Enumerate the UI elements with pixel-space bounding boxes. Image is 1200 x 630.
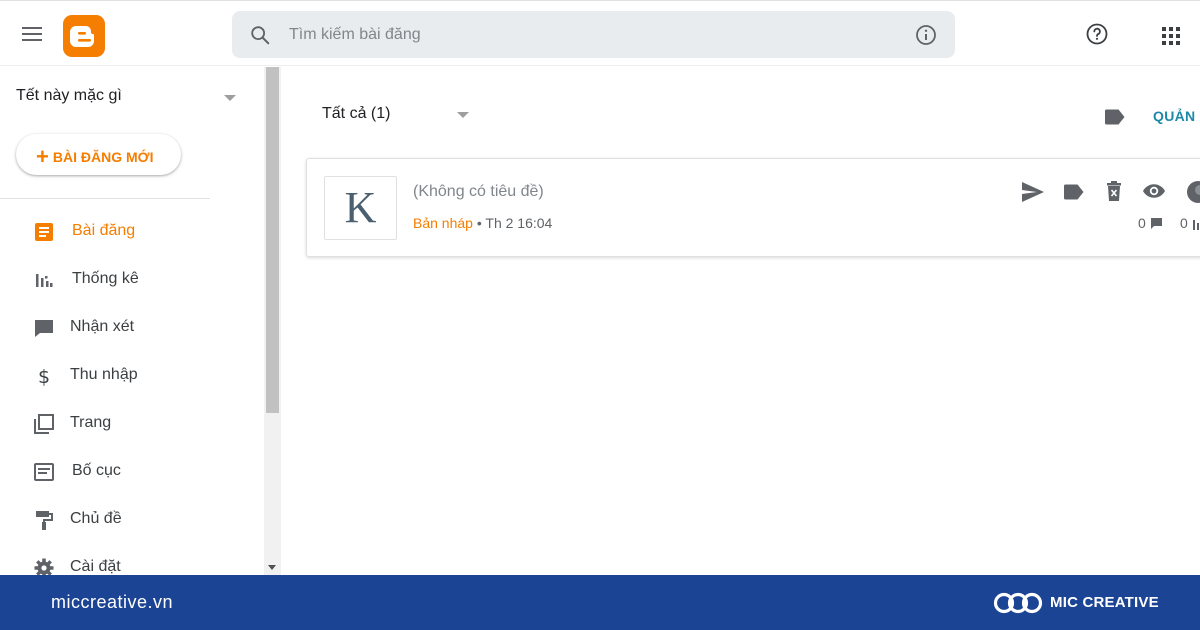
scrollbar-thumb[interactable] <box>266 67 279 413</box>
theme-paint-roller-icon <box>36 511 53 530</box>
mic-creative-logo-icon <box>993 592 1043 614</box>
comment-count: 0 <box>1138 215 1146 231</box>
filter-label: Tất cả (1) <box>322 105 391 122</box>
sidebar-item-label: Thu nhập <box>70 366 138 383</box>
plus-icon: + <box>36 143 49 169</box>
sidebar-item-label: Nhận xét <box>70 318 135 335</box>
preview-eye-icon[interactable] <box>1142 183 1166 199</box>
sidebar-item-label: Bài đăng <box>72 222 136 239</box>
search-bar <box>232 11 955 58</box>
apps-grid-icon[interactable] <box>1161 26 1181 46</box>
delete-icon[interactable] <box>1106 181 1122 201</box>
divider <box>0 198 210 199</box>
post-date: Th 2 16:04 <box>485 215 553 231</box>
posts-icon <box>35 223 53 241</box>
top-bar <box>0 0 1200 66</box>
pages-icon <box>34 414 54 434</box>
footer-banner: miccreative.vn MIC CREATIVE <box>0 575 1200 630</box>
sidebar: Tết này mặc gì + BÀI ĐĂNG MỚI Bài đăng Th… <box>0 67 264 578</box>
manage-labels-link[interactable]: QUẢN L <box>1153 108 1200 124</box>
sidebar-item-comments[interactable]: Nhận xét <box>0 307 264 347</box>
stats-icon <box>36 274 53 287</box>
hamburger-menu-icon[interactable] <box>22 23 50 47</box>
svg-text:$: $ <box>38 366 50 387</box>
publish-send-icon[interactable] <box>1021 181 1045 203</box>
layout-icon <box>34 463 54 481</box>
meta-separator: • <box>476 215 482 231</box>
new-post-button[interactable]: + BÀI ĐĂNG MỚI <box>16 134 181 175</box>
post-filter-dropdown[interactable]: Tất cả (1) <box>322 105 390 123</box>
sidebar-item-layout[interactable]: Bố cục <box>0 451 264 491</box>
search-icon[interactable] <box>249 24 271 46</box>
main-content: Tất cả (1) QUẢN L K (Không có tiêu đề) B… <box>282 67 1200 575</box>
sidebar-item-theme[interactable]: Chủ đề <box>0 499 264 539</box>
post-meta: Bản nháp • Th 2 16:04 <box>413 215 552 231</box>
search-input[interactable] <box>289 23 889 47</box>
help-icon[interactable] <box>1085 22 1109 46</box>
post-card[interactable]: K (Không có tiêu đề) Bản nháp • Th 2 16:… <box>306 158 1200 257</box>
footer-site: miccreative.vn <box>51 592 174 612</box>
sidebar-item-posts[interactable]: Bài đăng <box>0 211 264 251</box>
label-icon[interactable] <box>1063 184 1085 200</box>
footer-brand: MIC CREATIVE <box>1050 594 1159 611</box>
avatar[interactable] <box>1186 180 1200 204</box>
new-post-label: BÀI ĐĂNG MỚI <box>52 148 154 165</box>
scroll-down-arrow-icon[interactable] <box>268 565 276 570</box>
sidebar-scrollbar[interactable] <box>264 67 281 575</box>
sidebar-item-label: Thống kê <box>72 270 139 287</box>
blogger-logo-icon[interactable] <box>63 15 105 57</box>
sidebar-item-label: Cài đặt <box>70 558 121 575</box>
info-icon[interactable] <box>914 23 938 47</box>
chevron-down-icon[interactable] <box>457 112 469 118</box>
dollar-icon: $ <box>38 366 50 387</box>
blog-selector[interactable]: Tết này mặc gì <box>16 87 246 109</box>
view-count: 0 <box>1180 215 1188 231</box>
stats-icon <box>1193 220 1199 230</box>
comment-icon <box>35 320 53 337</box>
post-title[interactable]: (Không có tiêu đề) <box>413 183 544 201</box>
post-thumbnail: K <box>324 176 397 240</box>
sidebar-item-earnings[interactable]: $ Thu nhập <box>0 355 264 395</box>
sidebar-item-label: Chủ đề <box>70 510 122 527</box>
chevron-down-icon <box>224 95 236 101</box>
sidebar-item-pages[interactable]: Trang <box>0 403 264 443</box>
sidebar-item-label: Trang <box>70 414 112 431</box>
post-status: Bản nháp <box>413 215 473 231</box>
blog-name: Tết này mặc gì <box>16 87 122 104</box>
label-icon[interactable] <box>1104 109 1126 125</box>
sidebar-item-label: Bố cục <box>72 462 121 479</box>
comment-icon <box>1151 218 1162 229</box>
sidebar-item-stats[interactable]: Thống kê <box>0 259 264 299</box>
